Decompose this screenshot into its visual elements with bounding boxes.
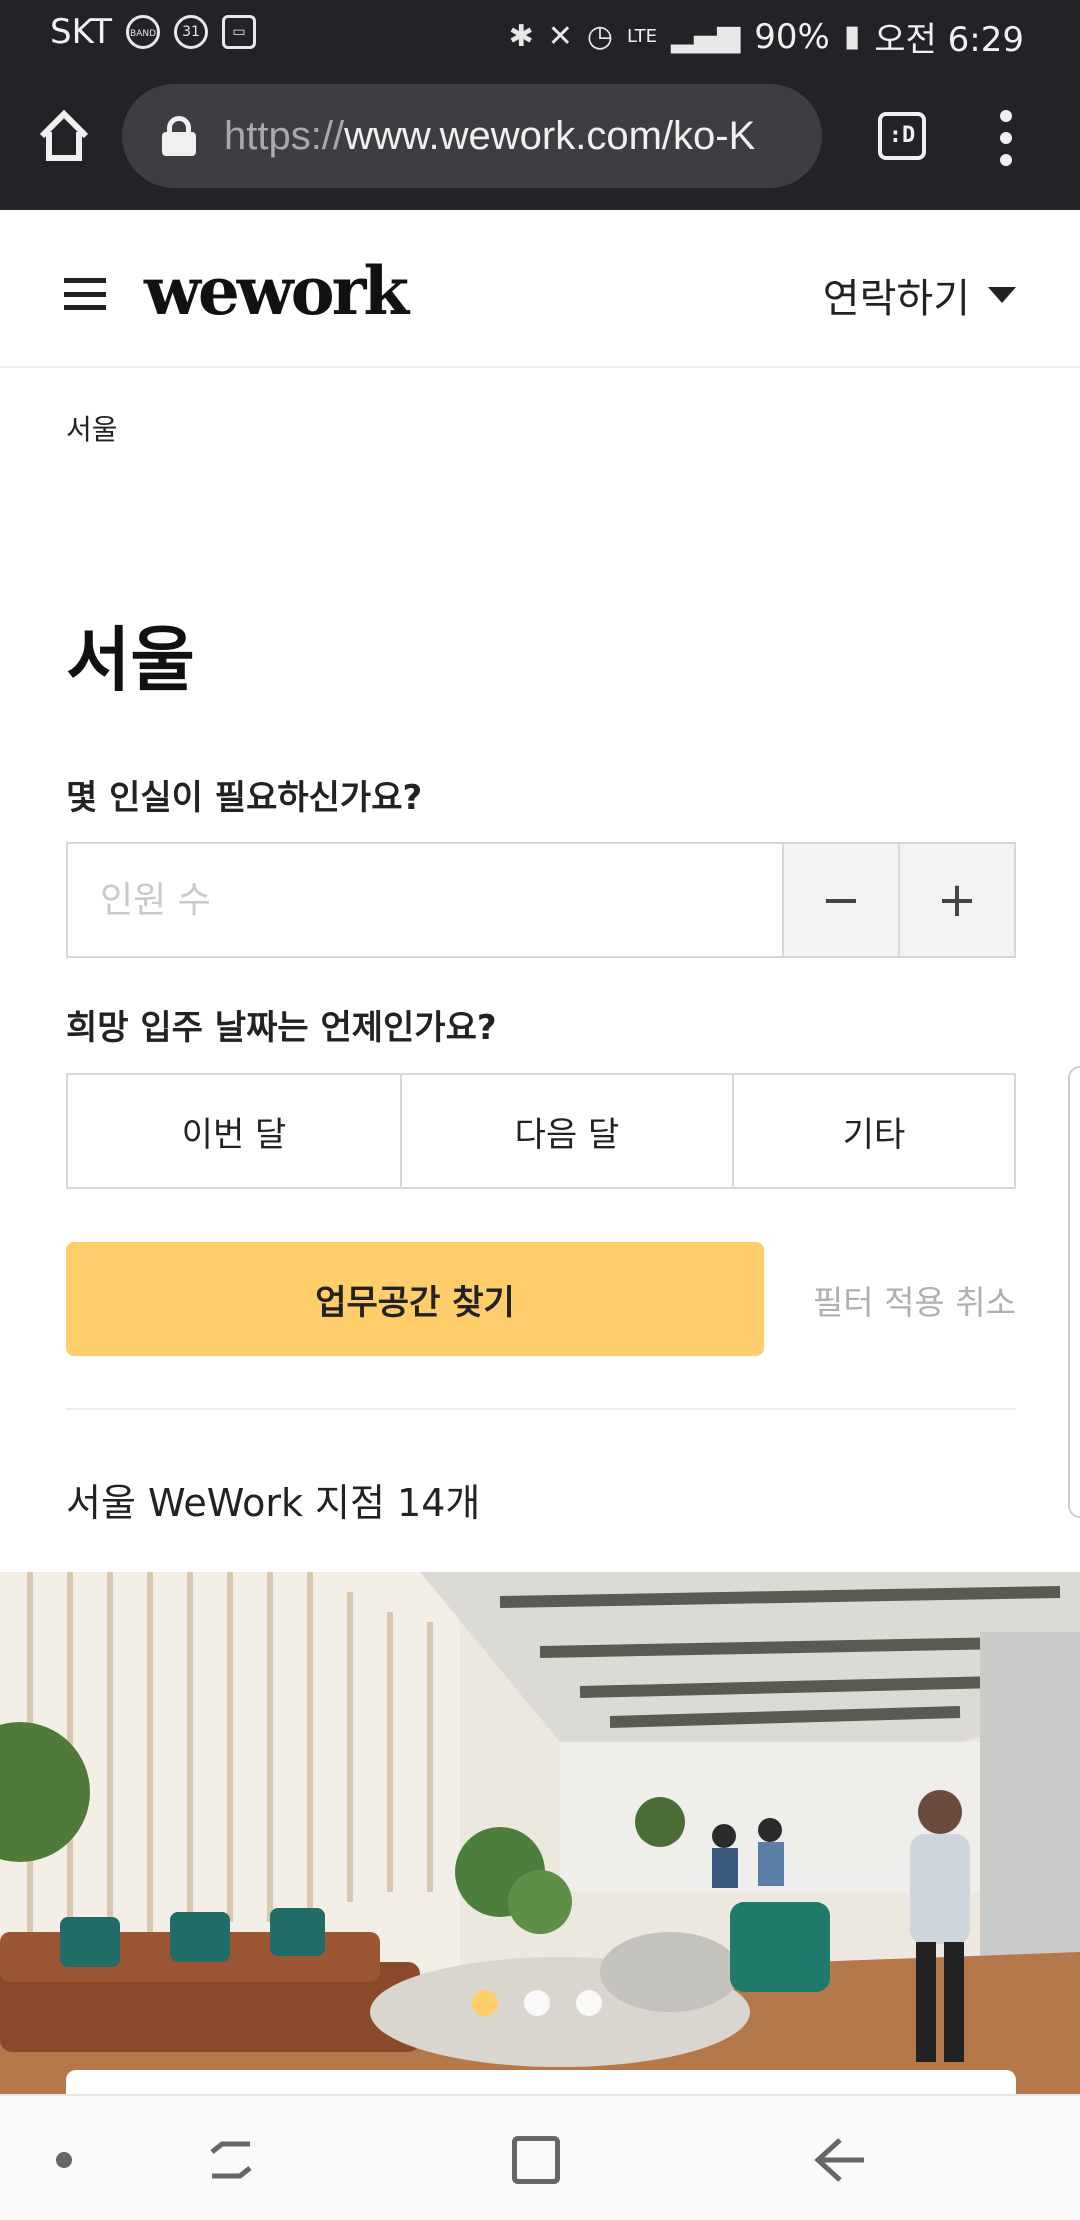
people-question-label: 몇 인실이 필요하신가요? [66, 778, 423, 818]
breadcrumb[interactable]: 서울 [66, 408, 118, 448]
address-bar[interactable]: https://www.wework.com/ko-K [122, 84, 822, 188]
band-icon-label: BAND [130, 29, 157, 39]
increment-button[interactable]: + [898, 844, 1014, 956]
date-question-label: 희망 입주 날짜는 언제인가요? [66, 1008, 497, 1048]
status-bar: SKT BAND 31 ▭ ✱ ✕ ◷ LTE ▂▄▆ 90% ▮ 오전 6:2… [0, 0, 1080, 66]
url-text: https://www.wework.com/ko-K [224, 114, 755, 159]
menu-dot-icon [1000, 154, 1012, 166]
site-header: wework 연락하기 [0, 210, 1080, 368]
reset-filters-link[interactable]: 필터 적용 취소 [813, 1276, 1016, 1324]
option-this-month[interactable]: 이번 달 [68, 1075, 400, 1187]
find-workspace-button[interactable]: 업무공간 찾기 [66, 1242, 764, 1356]
band-notification-icon: BAND [126, 15, 161, 49]
hamburger-menu-icon[interactable] [64, 278, 106, 310]
back-arrow-icon[interactable] [812, 2134, 868, 2186]
battery-percent: 90% [754, 16, 830, 57]
divider [66, 1408, 1016, 1410]
contact-dropdown[interactable]: 연락하기 [823, 266, 1016, 324]
voicemail-icon: ▭ [222, 15, 257, 49]
clock: 오전 6:29 [874, 20, 1024, 60]
url-scheme: https:// [224, 113, 345, 158]
option-other[interactable]: 기타 [732, 1075, 1014, 1187]
tab-switcher-button[interactable]: :D [878, 112, 926, 160]
signal-icon: ▂▄▆ [670, 19, 741, 54]
alarm-icon: ◷ [586, 19, 614, 54]
battery-icon: ▮ [843, 19, 861, 54]
carousel-indicators [472, 1990, 602, 2016]
people-count-input[interactable] [68, 844, 782, 956]
browser-menu-button[interactable] [994, 110, 1018, 166]
caret-down-icon [988, 287, 1016, 303]
browser-home-button[interactable] [34, 106, 94, 166]
decrement-button[interactable]: − [782, 844, 898, 956]
lock-icon [162, 116, 196, 156]
people-stepper: − + [66, 842, 1016, 958]
carrier-label: SKT [50, 12, 113, 52]
carousel-dot[interactable] [524, 1990, 550, 2016]
location-count: 서울 WeWork 지점 14개 [66, 1481, 481, 1525]
side-panel-handle[interactable] [1068, 1066, 1080, 1518]
browser-toolbar: https://www.wework.com/ko-K :D [0, 66, 1080, 210]
mute-icon: ✕ [547, 19, 573, 54]
carousel-dot[interactable] [576, 1990, 602, 2016]
url-host: www.wework.com/ko-K [344, 113, 756, 158]
nav-dot-icon[interactable] [56, 2152, 72, 2168]
system-navigation-bar [0, 2094, 1080, 2220]
move-in-date-options: 이번 달 다음 달 기타 [66, 1073, 1016, 1189]
carousel-dot[interactable] [472, 1990, 498, 2016]
page-title: 서울 [66, 619, 195, 701]
bluetooth-icon: ✱ [508, 19, 534, 54]
contact-label: 연락하기 [822, 276, 970, 322]
calendar-icon-label: 31 [182, 24, 200, 40]
nav-home-icon[interactable] [512, 2136, 560, 2184]
network-type: LTE [627, 26, 657, 47]
calendar-notification-icon: 31 [174, 15, 209, 49]
recent-apps-icon[interactable] [206, 2138, 256, 2182]
wework-logo[interactable]: wework [144, 252, 409, 330]
menu-dot-icon [1000, 110, 1012, 122]
option-next-month[interactable]: 다음 달 [400, 1075, 732, 1187]
home-icon [39, 109, 89, 161]
menu-dot-icon [1000, 132, 1012, 144]
